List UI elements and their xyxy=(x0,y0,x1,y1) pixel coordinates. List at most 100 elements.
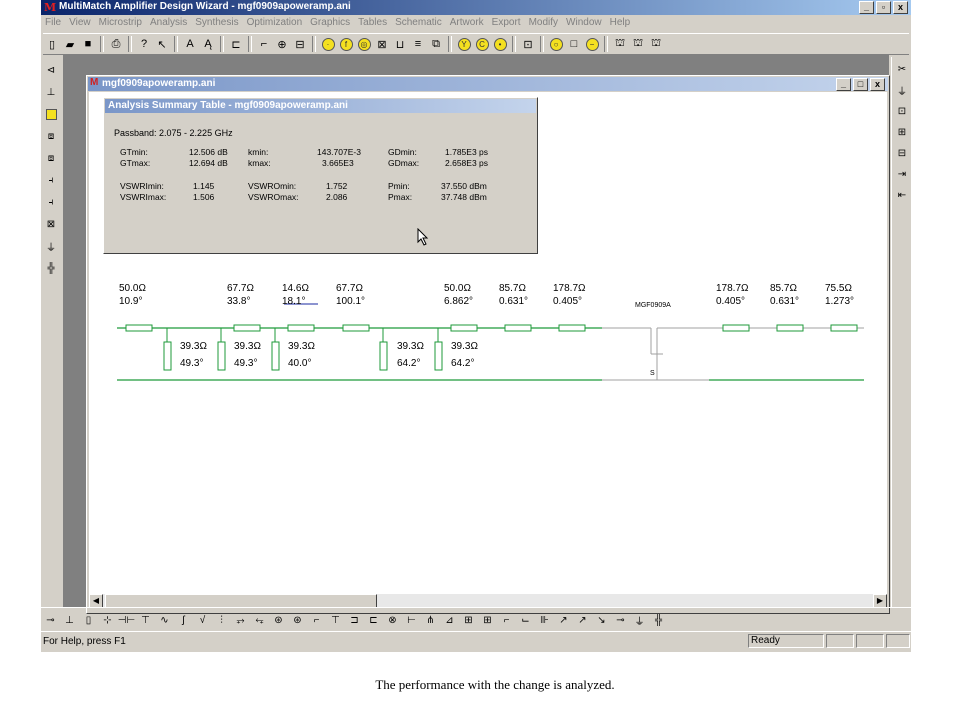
lc-shunt-icon[interactable]: ⫶ xyxy=(213,612,230,628)
series-element-icon[interactable]: ⊲ xyxy=(43,61,59,79)
step-icon[interactable]: ⊐ xyxy=(346,612,363,628)
square-icon[interactable]: □ xyxy=(566,36,582,52)
attenuator-icon[interactable]: ⊪ xyxy=(536,612,553,628)
minimize-button[interactable]: _ xyxy=(859,1,874,14)
lc-series-icon[interactable]: √ xyxy=(194,612,211,628)
cut-icon[interactable]: ✂ xyxy=(894,60,910,78)
menu-export[interactable]: Export xyxy=(488,16,525,32)
remove-box-icon[interactable]: ⊟ xyxy=(894,144,910,162)
coupled-alt-icon[interactable]: ⥆ xyxy=(251,612,268,628)
bag-double-icon[interactable]: ⛫ xyxy=(630,36,646,52)
stub-sh-icon[interactable]: ⫞ xyxy=(43,193,59,211)
menu-help[interactable]: Help xyxy=(606,16,635,32)
series-line-icon[interactable]: ⊸ xyxy=(42,612,59,628)
cross-node-icon[interactable]: ╬ xyxy=(43,259,59,277)
menu-optimization[interactable]: Optimization xyxy=(243,16,307,32)
inductor-shunt-icon[interactable]: ʃ xyxy=(175,612,192,628)
coupled-icon[interactable]: ⥅ xyxy=(232,612,249,628)
cascade-cir-icon[interactable]: ⧈ xyxy=(43,127,59,145)
bag-icon[interactable]: ⛫ xyxy=(612,36,628,52)
cascade-cil-icon[interactable]: ⧈ xyxy=(43,149,59,167)
menu-view[interactable]: View xyxy=(65,16,95,32)
font-icon[interactable]: A xyxy=(182,36,198,52)
print-icon[interactable]: ⎙ xyxy=(108,36,124,52)
menu-synthesis[interactable]: Synthesis xyxy=(191,16,242,32)
scroll-right-icon[interactable]: ▶ xyxy=(873,594,887,608)
menu-tables[interactable]: Tables xyxy=(354,16,391,32)
menu-modify[interactable]: Modify xyxy=(525,16,562,32)
save-icon[interactable]: ■ xyxy=(80,36,96,52)
scroll-left-icon[interactable]: ◀ xyxy=(89,594,103,608)
menu-microstrip[interactable]: Microstrip xyxy=(95,16,146,32)
stack-icon[interactable]: ⧉ xyxy=(428,36,444,52)
port-in-icon[interactable]: ⇥ xyxy=(894,165,910,183)
crossed-box-icon[interactable]: ⊠ xyxy=(374,36,390,52)
lines-icon[interactable]: ≡ xyxy=(410,36,426,52)
cross-node-icon[interactable]: ╬ xyxy=(650,612,667,628)
sensitivity-icon[interactable]: Y xyxy=(456,36,472,52)
ring-icon[interactable]: ○ xyxy=(548,36,564,52)
cross-junction-icon[interactable]: ⊹ xyxy=(99,612,116,628)
diagonal-icon[interactable]: ↗ xyxy=(555,612,572,628)
probe-icon[interactable]: ⌐ xyxy=(256,36,272,52)
doc-maximize-button[interactable]: □ xyxy=(853,78,868,91)
new-file-icon[interactable]: ▯ xyxy=(44,36,60,52)
tee-icon[interactable]: ⊤ xyxy=(327,612,344,628)
menu-analysis[interactable]: Analysis xyxy=(146,16,191,32)
scroll-thumb[interactable] xyxy=(105,594,377,608)
ground-icon[interactable]: ⏚ xyxy=(43,237,59,255)
shunt-element-icon[interactable]: ⊥ xyxy=(43,83,59,101)
font-italic-icon[interactable]: Ą xyxy=(200,36,216,52)
ground-icon[interactable]: ⏚ xyxy=(894,81,910,99)
target-icon[interactable]: ◎ xyxy=(356,36,372,52)
radial-stub-icon[interactable]: ⋔ xyxy=(422,612,439,628)
gap-icon[interactable]: ⊏ xyxy=(365,612,382,628)
coupler-icon[interactable]: ⊞ xyxy=(460,612,477,628)
transistor-icon[interactable]: ⊔ xyxy=(392,36,408,52)
ground-icon[interactable]: ⏚ xyxy=(631,612,648,628)
menu-graphics[interactable]: Graphics xyxy=(306,16,354,32)
open-stub-icon[interactable]: ⊢ xyxy=(403,612,420,628)
probe-shunt-icon[interactable]: ⌙ xyxy=(517,612,534,628)
menu-schematic[interactable]: Schematic xyxy=(391,16,446,32)
open-folder-icon[interactable]: ▰ xyxy=(62,36,78,52)
shunt-line-icon[interactable]: ⊥ xyxy=(61,612,78,628)
taper-icon[interactable]: ⊿ xyxy=(441,612,458,628)
menu-artwork[interactable]: Artwork xyxy=(446,16,488,32)
bag-arrow-icon[interactable]: ⛫ xyxy=(648,36,664,52)
restore-button[interactable]: ▫ xyxy=(876,1,891,14)
doc-close-button[interactable]: x xyxy=(870,78,885,91)
schematic-canvas[interactable]: 50.0Ω 10.9° 67.7Ω 33.8° 14.6Ω 18.1° 67.7… xyxy=(89,92,887,594)
menu-window[interactable]: Window xyxy=(562,16,606,32)
x-box-icon[interactable]: ⊠ xyxy=(43,215,59,233)
point-icon[interactable]: • xyxy=(492,36,508,52)
add-box-icon[interactable]: ⊞ xyxy=(894,123,910,141)
inductor-series-icon[interactable]: ∿ xyxy=(156,612,173,628)
smith-chart-icon[interactable]: f xyxy=(338,36,354,52)
via-icon[interactable]: ⊗ xyxy=(384,612,401,628)
bracket-box-icon[interactable]: ⊡ xyxy=(520,36,536,52)
resonator-alt-icon[interactable]: ⊛ xyxy=(289,612,306,628)
box-icon[interactable]: ⊡ xyxy=(894,102,910,120)
probe-series-icon[interactable]: ⌐ xyxy=(498,612,515,628)
close-button[interactable]: x xyxy=(893,1,908,14)
resonator-icon[interactable]: ⊛ xyxy=(270,612,287,628)
noise-icon[interactable]: C xyxy=(474,36,490,52)
diagonal-down-icon[interactable]: ↘ xyxy=(593,612,610,628)
capacitor-shunt-icon[interactable]: ⊤ xyxy=(137,612,154,628)
table-icon[interactable]: ⊟ xyxy=(292,36,308,52)
menu-file[interactable]: File xyxy=(41,16,65,32)
minus-circle-icon[interactable]: − xyxy=(584,36,600,52)
yellow-box-icon[interactable] xyxy=(43,105,59,123)
bend-icon[interactable]: ⌐ xyxy=(308,612,325,628)
coupler-alt-icon[interactable]: ⊞ xyxy=(479,612,496,628)
help-icon[interactable]: ? xyxy=(136,36,152,52)
component-icon[interactable]: ⊕ xyxy=(274,36,290,52)
node-icon[interactable]: ⊸ xyxy=(612,612,629,628)
context-help-icon[interactable]: ↖ xyxy=(154,36,170,52)
circle-yellow-icon[interactable]: · xyxy=(320,36,336,52)
stub-ser-icon[interactable]: ⫞ xyxy=(43,171,59,189)
capacitor-series-icon[interactable]: ⊣⊢ xyxy=(118,612,135,628)
doc-minimize-button[interactable]: _ xyxy=(836,78,851,91)
port-out-icon[interactable]: ⇤ xyxy=(894,186,910,204)
